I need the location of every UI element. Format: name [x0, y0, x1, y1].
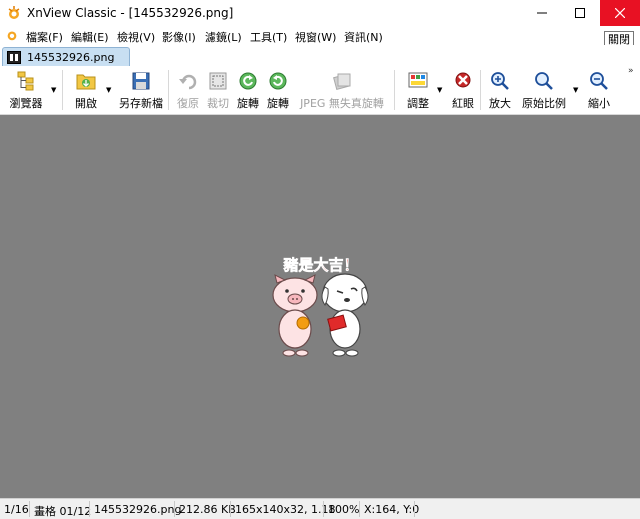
open-button[interactable]: 開啟	[72, 70, 100, 110]
zoom-actual-size-icon	[535, 72, 553, 90]
undo-icon	[179, 74, 197, 90]
minimize-button[interactable]	[524, 0, 560, 26]
rotate-left-button[interactable]: 旋轉	[235, 70, 261, 110]
status-divider	[414, 501, 415, 517]
minimize-icon	[537, 12, 547, 14]
red-eye-label: 紅眼	[452, 97, 474, 110]
zoom-out-label: 縮小	[588, 97, 610, 110]
menu-view[interactable]: 檢視(V)	[117, 29, 155, 45]
red-eye-icon	[455, 72, 471, 88]
status-cursor-position: X:164, Y:0	[364, 503, 420, 516]
rotate-left-label: 旋轉	[237, 97, 259, 110]
status-divider	[230, 501, 231, 517]
close-button[interactable]	[600, 0, 640, 26]
open-label: 開啟	[75, 97, 97, 110]
sticker-caption: 豬是大吉！	[282, 256, 358, 274]
tab-bar: 145532926.png	[0, 45, 640, 67]
open-folder-icon	[76, 74, 96, 90]
status-filesize: 212.86 KB	[179, 503, 236, 516]
toolbar-separator	[480, 70, 481, 110]
open-dropdown-arrow[interactable]: ▼	[106, 86, 111, 94]
toolbar: 瀏覽器 ▼ 開啟 ▼ 另存新檔 復原 裁切 旋轉 旋轉 JPEG 無失真旋轉 調…	[0, 66, 640, 115]
rotate-right-button[interactable]: 旋轉	[265, 70, 291, 110]
menu-edit[interactable]: 編輯(E)	[71, 29, 109, 45]
zoom-in-icon	[491, 72, 509, 90]
undo-button[interactable]: 復原	[174, 70, 202, 110]
save-disk-icon	[132, 72, 150, 90]
image-viewer[interactable]: 豬是大吉！	[0, 115, 640, 498]
menu-file[interactable]: 檔案(F)	[26, 29, 63, 45]
zoom-dropdown-arrow[interactable]: ▼	[573, 86, 578, 94]
document-icon[interactable]	[5, 28, 19, 42]
status-frame: 畫格 01/12	[34, 505, 92, 518]
close-icon	[615, 8, 625, 18]
title-bar: XnView Classic - [145532926.png]	[0, 0, 640, 26]
menu-info[interactable]: 資訊(N)	[344, 29, 383, 45]
maximize-icon	[575, 8, 585, 18]
jpeg-lossless-rotate-button[interactable]: JPEG 無失真旋轉	[300, 70, 384, 110]
crop-label: 裁切	[207, 97, 229, 110]
menu-image[interactable]: 影像(I)	[162, 29, 196, 45]
image-tab-icon	[7, 51, 21, 64]
zoom-in-button[interactable]: 放大	[486, 70, 514, 110]
xnview-logo-icon	[8, 6, 20, 19]
original-size-button[interactable]: 原始比例	[521, 70, 567, 110]
status-dimensions: 165x140x32, 1.18	[235, 503, 336, 516]
menu-filter[interactable]: 濾鏡(L)	[205, 29, 242, 45]
browser-label: 瀏覽器	[9, 97, 43, 110]
red-eye-button[interactable]: 紅眼	[450, 70, 476, 110]
save-as-button[interactable]: 另存新檔	[118, 70, 164, 110]
menu-bar: 檔案(F) 編輯(E) 檢視(V) 影像(I) 濾鏡(L) 工具(T) 視窗(W…	[0, 26, 640, 64]
zoom-out-icon	[590, 72, 608, 90]
status-divider	[174, 501, 175, 517]
tab-145532926[interactable]: 145532926.png	[2, 47, 130, 67]
toolbar-separator	[62, 70, 63, 110]
status-divider	[89, 501, 90, 517]
jpeg-rotate-icon	[333, 73, 351, 90]
adjust-colors-icon	[408, 72, 428, 88]
adjust-button[interactable]: 調整	[405, 70, 431, 110]
tab-label: 145532926.png	[27, 51, 115, 64]
jpeg-lossless-label: JPEG 無失真旋轉	[300, 97, 384, 110]
original-size-label: 原始比例	[522, 97, 566, 110]
status-file-index: 1/16	[4, 503, 29, 516]
sticker-image: 豬是大吉！	[272, 256, 369, 357]
status-divider	[359, 501, 360, 517]
save-as-label: 另存新檔	[119, 97, 163, 110]
undo-label: 復原	[177, 97, 199, 110]
browser-dropdown-arrow[interactable]: ▼	[51, 86, 56, 94]
menu-window[interactable]: 視窗(W)	[295, 29, 336, 45]
rotate-right-label: 旋轉	[267, 97, 289, 110]
status-zoom: 100%	[328, 503, 360, 516]
toolbar-overflow-chevron-icon[interactable]: »	[628, 66, 634, 76]
menu-tools[interactable]: 工具(T)	[250, 29, 287, 45]
rotate-left-icon	[239, 72, 257, 90]
status-divider	[323, 501, 324, 517]
toolbar-separator	[394, 70, 395, 110]
rotate-right-icon	[269, 72, 287, 90]
adjust-dropdown-arrow[interactable]: ▼	[437, 86, 442, 94]
toolbar-separator	[168, 70, 169, 110]
maximize-button[interactable]	[562, 0, 598, 26]
browser-button[interactable]: 瀏覽器	[8, 70, 44, 110]
window-title: XnView Classic - [145532926.png]	[27, 6, 234, 20]
zoom-in-label: 放大	[489, 97, 511, 110]
crop-icon	[209, 72, 227, 90]
folder-tree-icon	[17, 71, 34, 91]
status-filename: 145532926.png	[94, 503, 182, 516]
status-bar: 1/16 畫格 01/12 145532926.png 212.86 KB 16…	[0, 498, 640, 519]
crop-button[interactable]: 裁切	[204, 70, 232, 110]
adjust-label: 調整	[407, 97, 429, 110]
status-divider	[29, 501, 30, 517]
zoom-out-button[interactable]: 縮小	[586, 70, 612, 110]
